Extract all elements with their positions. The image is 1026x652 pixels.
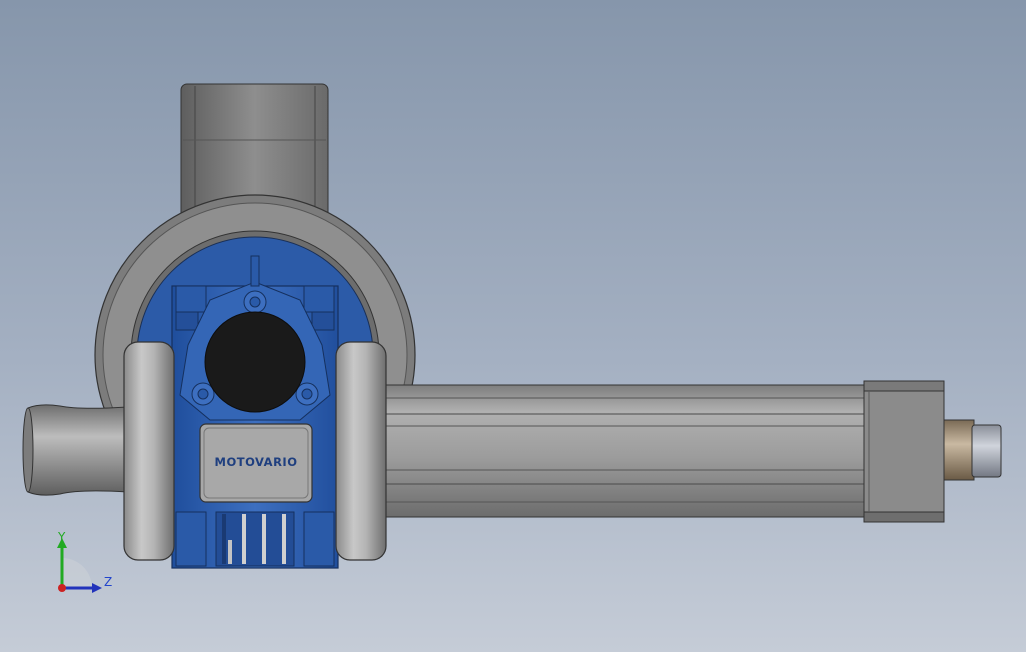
orientation-triad[interactable]: Y Z <box>40 530 120 600</box>
cad-model-view[interactable] <box>0 0 1026 652</box>
input-shaft[interactable] <box>22 404 129 496</box>
gearbox-brand-label: MOTOVARIO <box>214 455 298 469</box>
graphics-viewport[interactable]: MOTOVARIO Y Z <box>0 0 1026 652</box>
rod-end[interactable] <box>943 419 1002 481</box>
mounting-plate-right[interactable] <box>335 341 387 561</box>
mounting-plate-left[interactable] <box>123 341 175 561</box>
triad-y-label: Y <box>58 530 66 544</box>
output-bore[interactable] <box>204 311 306 413</box>
triad-z-label: Z <box>104 575 113 589</box>
end-cap[interactable] <box>863 380 945 523</box>
actuator-tube[interactable] <box>379 384 867 518</box>
triad-graphic <box>57 538 102 593</box>
